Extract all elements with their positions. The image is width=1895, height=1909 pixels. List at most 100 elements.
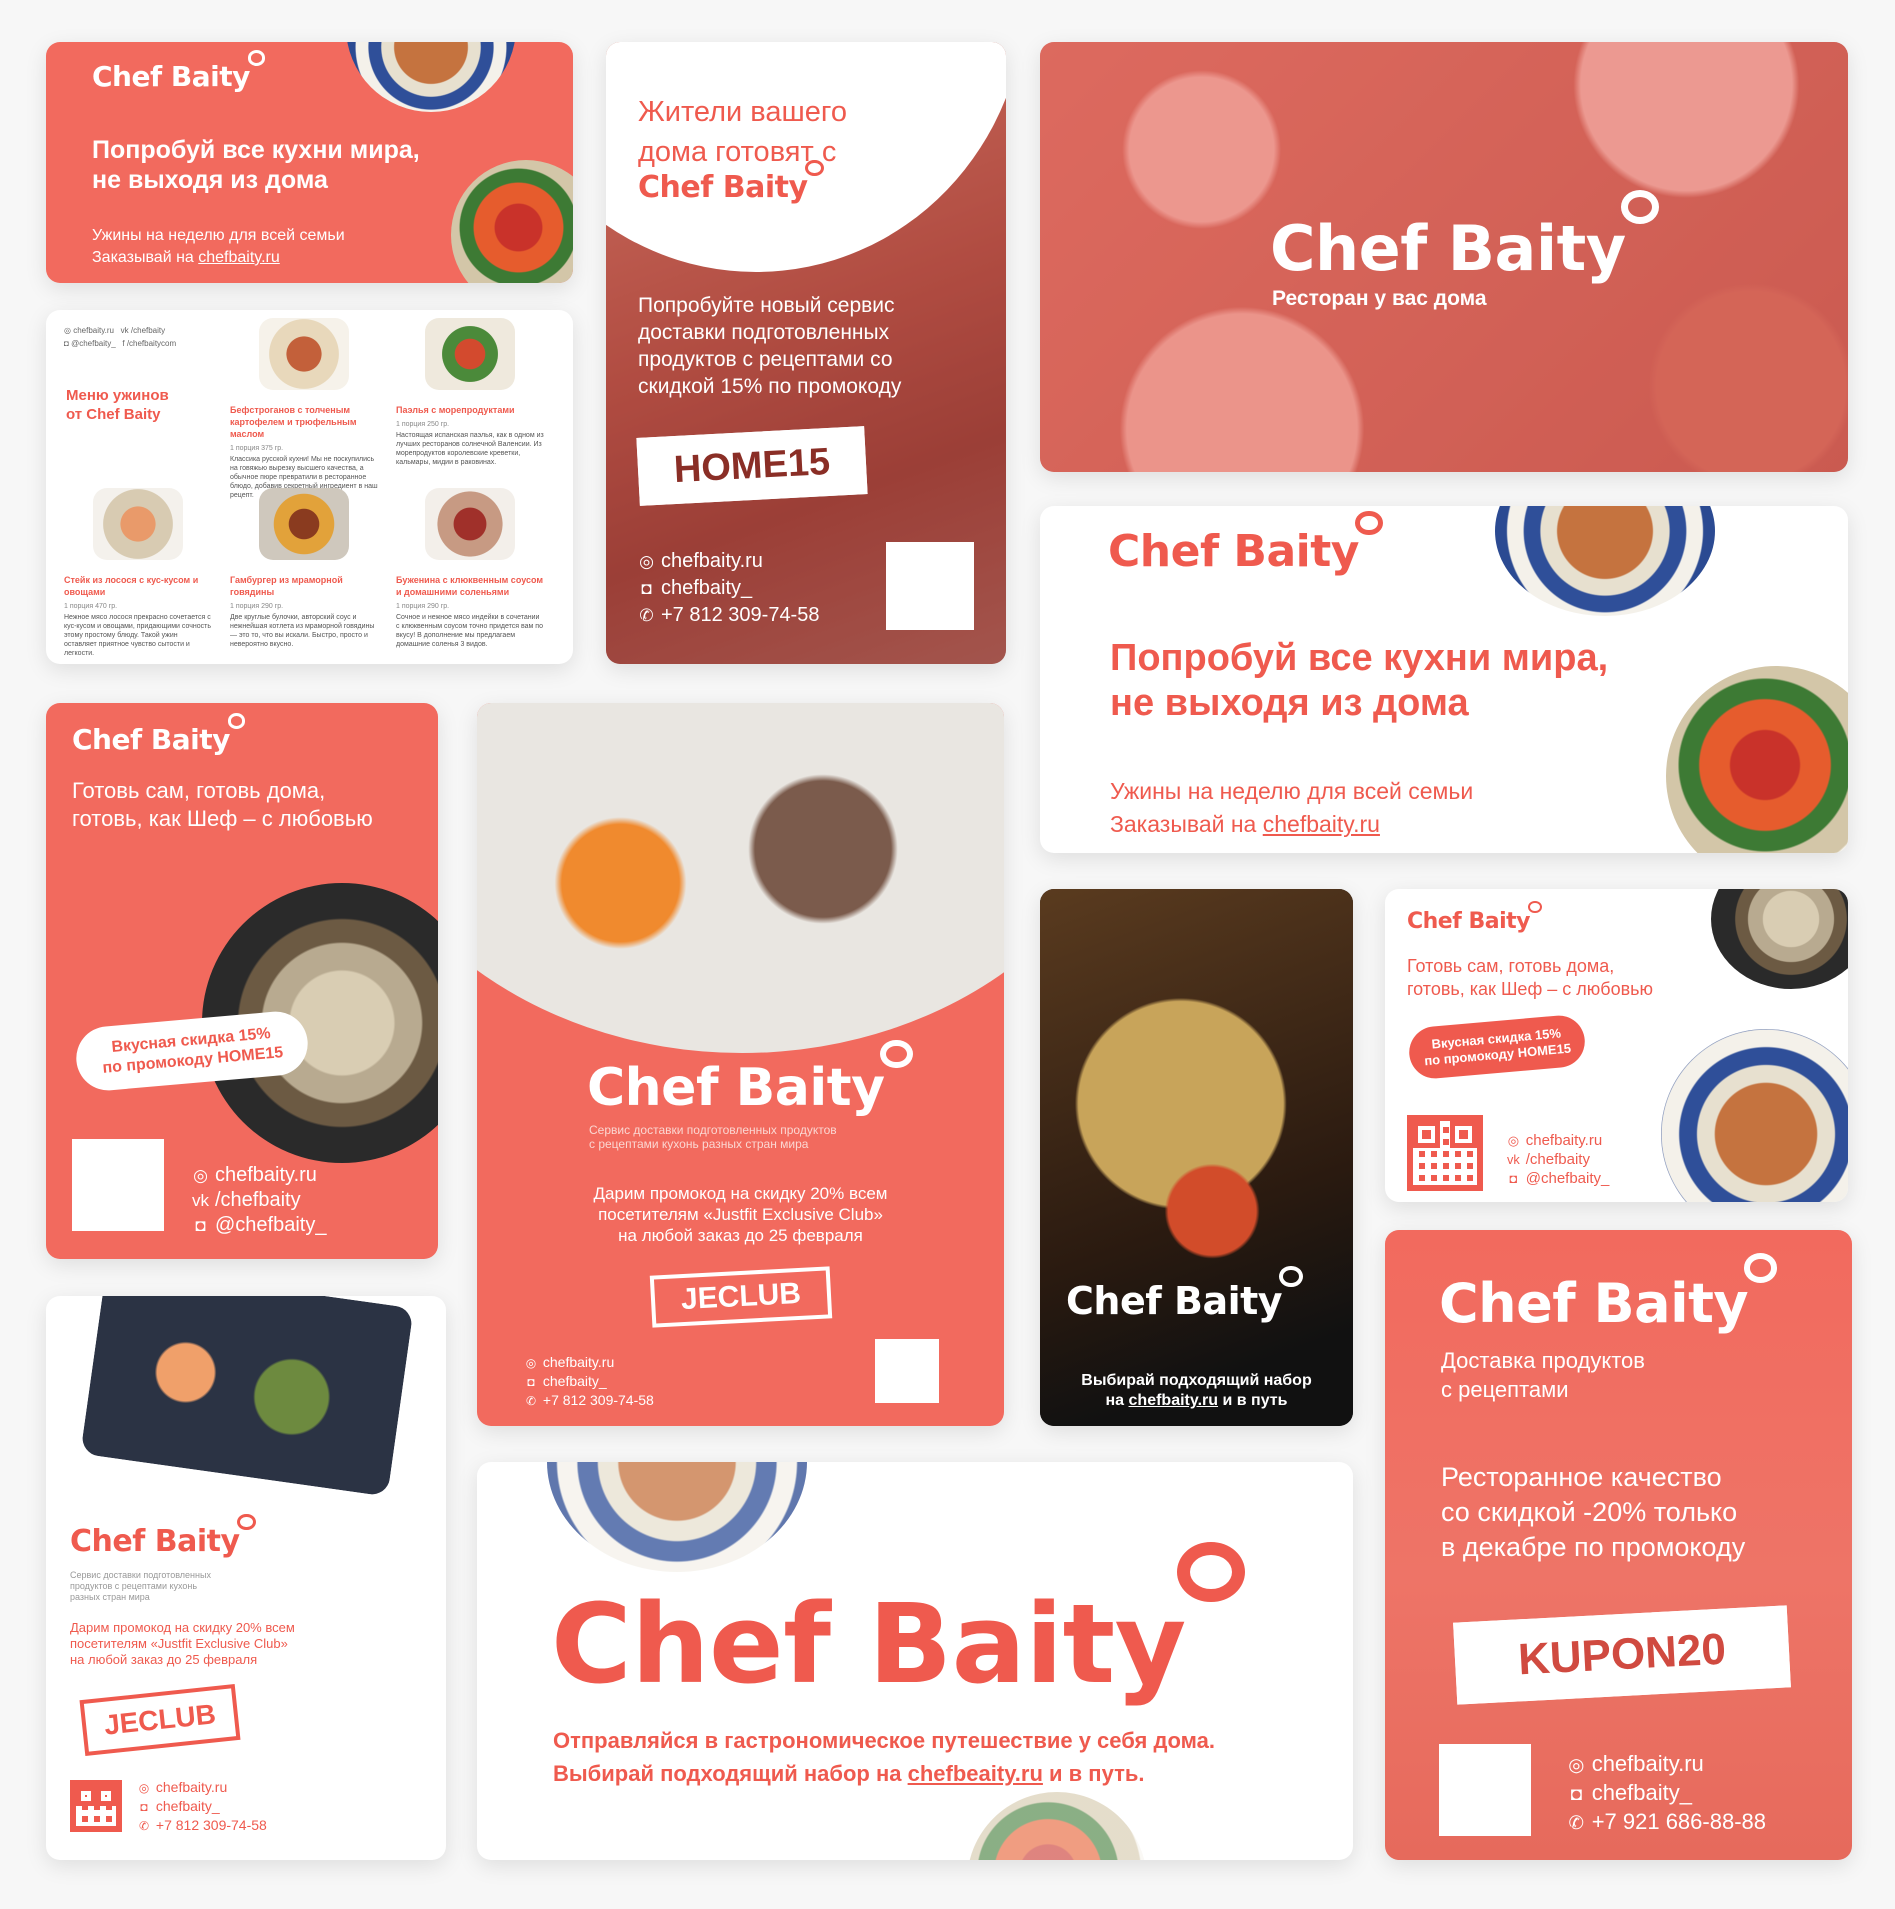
site-link[interactable]: chefbaity.ru — [543, 1354, 614, 1370]
order-line: Заказывай на chefbaity.ru — [1110, 811, 1380, 837]
qr-code[interactable] — [1439, 1744, 1531, 1836]
chef-hat-icon — [1279, 1265, 1303, 1287]
brand-banner: Chef Baity Отправляйся в гастрономическо… — [477, 1462, 1353, 1860]
site-link[interactable]: chefbaity.ru — [1263, 811, 1380, 837]
site-link[interactable]: chefbaity.ru — [661, 550, 763, 572]
dish-photo — [1495, 506, 1715, 616]
promo-code[interactable]: JECLUB — [79, 1684, 241, 1756]
globe-icon: ◎ — [138, 1781, 150, 1795]
site-link[interactable]: chefbeaity.ru — [908, 1761, 1043, 1786]
service-description: Сервис доставки подготовленных продуктов… — [70, 1570, 211, 1602]
dish-photo — [259, 318, 349, 390]
service-description: Сервис доставки подготовленных продуктов… — [589, 1123, 837, 1151]
body-text: Ресторанное качество со скидкой -20% тол… — [1441, 1462, 1746, 1562]
chef-hat-icon — [880, 1039, 913, 1069]
qr-code[interactable] — [875, 1339, 939, 1403]
subline: Ужины на неделю для всей семьи — [92, 227, 345, 244]
brand-logo: Chef Baity — [1270, 190, 1660, 285]
promo-code[interactable]: JECLUB — [649, 1266, 833, 1328]
promo-code[interactable]: HOME15 — [636, 426, 868, 506]
vk-icon: vk — [1507, 1152, 1520, 1167]
headline: Попробуй все кухни мира, не выходя из до… — [92, 136, 420, 194]
promo-card-kupon20: Chef Baity Доставка продуктов с рецептам… — [1385, 1230, 1852, 1860]
contacts: ◎ chefbaity.ru ◘ chefbaity_ ✆ +7 812 309-74… — [525, 1354, 654, 1408]
plate-photo — [477, 703, 1004, 1053]
dish-photo — [425, 488, 515, 560]
instagram-icon: ◘ — [641, 579, 652, 598]
promo-card-jeclub-steak: Chef Baity Сервис доставки подготовленны… — [477, 703, 1004, 1426]
promo-card-cuisines: Chef Baity Попробуй все кухни мира, не в… — [46, 42, 573, 283]
brand-logo: Chef Baity — [70, 1513, 256, 1559]
qr-code[interactable] — [886, 542, 974, 630]
chef-hat-icon — [227, 713, 245, 729]
menu-item: Стейк из лосося с кус-кусом и овощами 1 … — [64, 488, 212, 658]
site-link[interactable]: chefbaity.ru — [215, 1164, 317, 1186]
dish-photo — [1661, 1029, 1848, 1202]
contacts: ◎ chefbaity.ru vk/chefbaity ◘ @chefbaity_ — [1507, 1132, 1610, 1187]
dish-photo — [346, 42, 516, 112]
phone-icon: ✆ — [525, 1394, 536, 1408]
globe-icon: ◎ — [1507, 1133, 1519, 1148]
phone-icon: ✆ — [138, 1819, 149, 1833]
dish-photo — [451, 160, 573, 283]
globe-icon: ◎ — [1568, 1754, 1585, 1775]
service-description: Доставка продуктов с рецептами — [1441, 1348, 1645, 1402]
site-link[interactable]: chefbaity.ru — [198, 249, 280, 266]
brand-logo: Chef Baity — [551, 1541, 1246, 1708]
order-line: Заказывай на chefbaity.ru — [92, 249, 280, 266]
site-link[interactable]: chefbaity.ru — [156, 1779, 227, 1795]
menu-title: Меню ужинов от Chef Baity — [66, 387, 169, 423]
chef-hat-icon — [1355, 510, 1383, 535]
chef-hat-icon — [1743, 1253, 1778, 1283]
subline: Ужины на неделю для всей семьи — [1110, 778, 1474, 804]
discount-pill[interactable]: Вкусная скидка 15% по промокоду HOME15 — [1407, 1013, 1587, 1081]
globe-icon: ◎ — [64, 326, 71, 335]
contacts: ◎ chefbaity.ru ◘ chefbaity_ ✆ +7 921 686-88… — [1567, 1750, 1766, 1837]
chef-hat-icon — [247, 50, 265, 66]
phone-icon: ✆ — [1568, 1812, 1585, 1833]
tagline: Отправляйся в гастрономическое путешеств… — [553, 1728, 1215, 1786]
chef-hat-icon — [805, 159, 824, 176]
promo-card-dark: Chef Baity Выбирай подходящий набор на c… — [1040, 889, 1353, 1426]
menu-item: Буженина с клюквенным соусом и домашними… — [396, 488, 544, 649]
contacts: ◎ chefbaity.ru vk/chefbaity ◘ @chefbaity_ — [192, 1164, 327, 1236]
brand-logo: Chef Baity — [72, 713, 245, 756]
menu-item: Паэлья с морепродуктами 1 порция 250 гр.… — [396, 318, 544, 467]
site-link[interactable]: chefbaity.ru — [1526, 1132, 1602, 1149]
qr-code[interactable] — [70, 1780, 122, 1832]
dish-photo — [425, 318, 515, 390]
instagram-icon: ◘ — [64, 339, 69, 348]
globe-icon: ◎ — [639, 552, 654, 571]
promo-text: Дарим промокод на скидку 20% всем посети… — [70, 1620, 295, 1667]
promo-text: Дарим промокод на скидку 20% всем посети… — [593, 1184, 888, 1245]
site-link[interactable]: chefbaity.ru — [1129, 1392, 1219, 1409]
menu-sheet: ◎ chefbaity.ru vk /chefbaity ◘ @chefbait… — [46, 310, 573, 664]
brand-logo: Chef Baity — [1439, 1253, 1778, 1335]
brand-logo: Chef Baity — [1407, 901, 1542, 934]
brand-logo: Chef Baity — [638, 159, 824, 205]
promo-card-cook: Chef Baity Готовь сам, готовь дома, гото… — [46, 703, 438, 1259]
qr-code[interactable] — [1407, 1115, 1483, 1191]
promo-card-cook-small: Chef Baity Готовь сам, готовь дома, гото… — [1385, 889, 1848, 1202]
dish-photo — [80, 1296, 414, 1497]
brand-logo: Chef Baity — [1066, 1265, 1303, 1323]
chef-hat-icon — [1620, 190, 1660, 225]
globe-icon: ◎ — [193, 1166, 208, 1185]
dish-photo — [967, 1792, 1147, 1860]
menu-item: Гамбургер из мраморной говядины 1 порция… — [230, 488, 378, 649]
headline: Готовь сам, готовь дома, готовь, как Шеф… — [1407, 956, 1654, 999]
promo-card-home15: Жители вашего дома готовят с Chef Baity … — [606, 42, 1006, 664]
globe-icon: ◎ — [525, 1356, 537, 1370]
hero-banner: Chef Baity Ресторан у вас дома — [1040, 42, 1848, 472]
promo-code[interactable]: KUPON20 — [1453, 1605, 1791, 1705]
qr-code[interactable] — [72, 1139, 164, 1231]
brand-logo: Chef Baity — [1108, 510, 1383, 577]
headline: Готовь сам, готовь дома, готовь, как Шеф… — [72, 778, 373, 831]
brand-logo: Chef Baity — [92, 50, 265, 93]
dish-photo — [1040, 889, 1353, 1426]
facebook-icon: f — [122, 339, 125, 348]
header-contacts: ◎ chefbaity.ru vk /chefbaity ◘ @chefbait… — [64, 326, 177, 348]
contacts: ◎ chefbaity.ru ◘ chefbaity_ ✆ +7 812 309-74… — [638, 548, 819, 629]
site-link[interactable]: chefbaity.ru — [1592, 1751, 1704, 1776]
menu-item: Бефстроганов с толченым картофелем и трю… — [230, 318, 378, 500]
